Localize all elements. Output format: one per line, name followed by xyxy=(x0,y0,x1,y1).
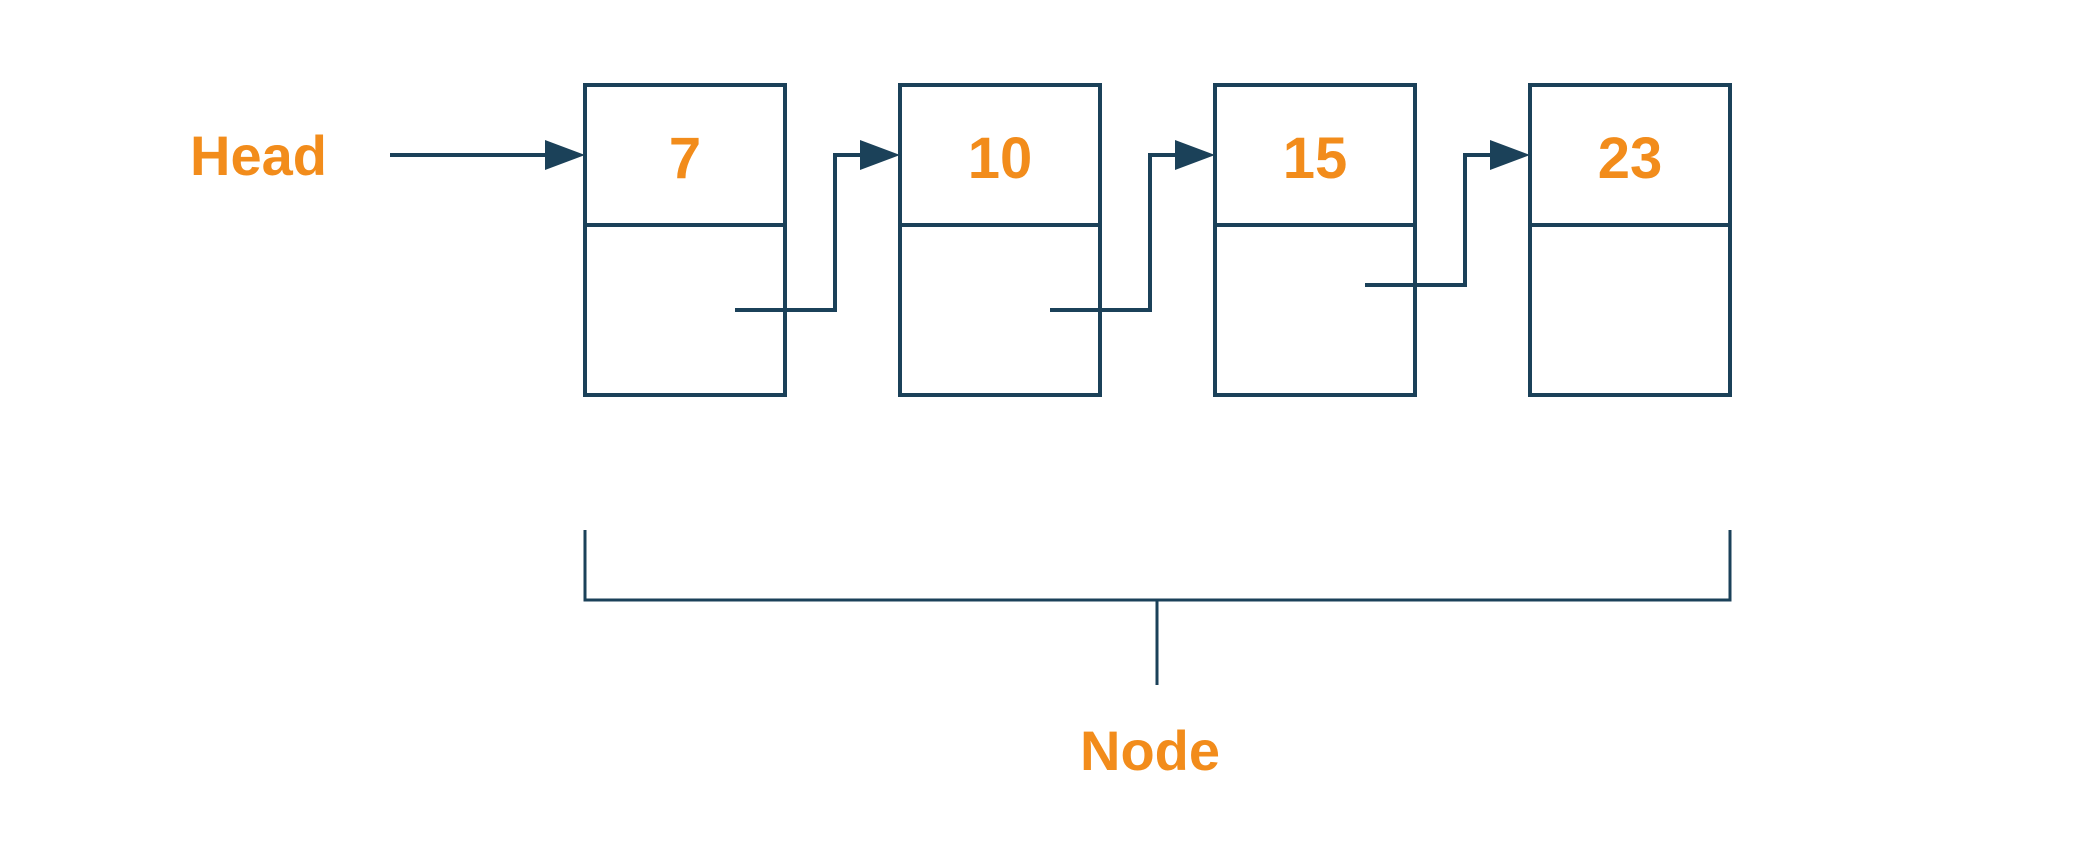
node-label: Node xyxy=(1080,719,1220,782)
node-1-value: 7 xyxy=(669,126,701,191)
arrow-3-to-4 xyxy=(1365,140,1530,285)
node-4: 23 xyxy=(1530,85,1730,395)
node-4-value: 23 xyxy=(1598,126,1663,191)
node-2: 10 xyxy=(900,85,1100,395)
node-2-value: 10 xyxy=(968,126,1033,191)
linked-list-diagram: Head 7 10 15 23 xyxy=(0,0,2100,842)
node-bracket xyxy=(585,530,1730,685)
node-3-value: 15 xyxy=(1283,126,1348,191)
node-1: 7 xyxy=(585,85,785,395)
arrow-head-to-node1 xyxy=(390,140,585,170)
head-label: Head xyxy=(190,124,327,187)
node-3: 15 xyxy=(1215,85,1415,395)
